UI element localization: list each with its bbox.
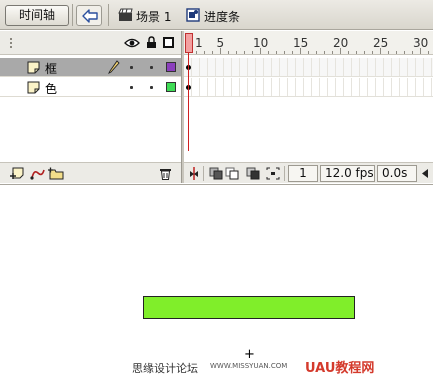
- scroll-left-icon[interactable]: [421, 169, 429, 178]
- ruler-tick-label: 15: [293, 36, 309, 50]
- symbol-icon: [186, 8, 200, 22]
- current-frame-field[interactable]: 1: [288, 165, 318, 182]
- ruler-tick: [268, 51, 269, 54]
- progress-bar-shape[interactable]: [143, 296, 355, 319]
- playhead-line: [188, 53, 189, 151]
- playhead-handle[interactable]: [185, 33, 193, 53]
- ruler-tick: [212, 51, 213, 54]
- ruler-tick: [316, 51, 317, 54]
- onion-skin-icon[interactable]: [209, 167, 223, 180]
- ruler-tick: [324, 51, 325, 54]
- ruler-tick-label: 5: [216, 36, 225, 50]
- layer-icon: [27, 61, 40, 74]
- stage[interactable]: + 思缘设计论坛 WWW.MISSYUAN.COM UAU教程网: [0, 184, 433, 383]
- frame-toolbar: 1 12.0 fps 0.0s: [184, 162, 433, 183]
- back-arrow-icon: [82, 9, 98, 23]
- visibility-dot[interactable]: [130, 86, 133, 89]
- edit-bar: 时间轴 场景 1 进度条: [0, 0, 433, 30]
- scene-link[interactable]: 场景 1: [136, 8, 171, 25]
- visibility-dot[interactable]: [130, 66, 133, 69]
- layer-outline-color[interactable]: [166, 62, 176, 72]
- ruler-tick: [276, 51, 277, 54]
- layer-row-frame[interactable]: 框: [0, 58, 181, 77]
- ruler-tick: [204, 51, 205, 54]
- layer-list: 框 色: [0, 31, 181, 183]
- frame-ruler[interactable]: 1 5 10 15 20 25 30: [184, 31, 433, 55]
- lock-dot[interactable]: [150, 86, 153, 89]
- onion-outline-icon[interactable]: [225, 167, 239, 180]
- ruler-tick: [404, 51, 405, 54]
- ruler-tick: [372, 51, 373, 54]
- timeline-panel: 框 色 1 5 10 15 20 25 30 1 12.0 fps 0.0s: [0, 31, 433, 183]
- scene-icon: [118, 8, 133, 21]
- ruler-tick-label: 20: [333, 36, 349, 50]
- ruler-tick: [308, 51, 309, 54]
- registration-point[interactable]: +: [244, 347, 255, 362]
- toolbar-divider: [108, 4, 109, 26]
- layer-toolbar: [0, 162, 181, 183]
- toolbar-divider: [72, 4, 73, 26]
- ruler-tick: [388, 51, 389, 54]
- ruler-tick: [236, 51, 237, 54]
- frame-row-frame[interactable]: [184, 58, 433, 77]
- panel-grip[interactable]: [10, 38, 12, 48]
- toolbar-divider: [203, 166, 204, 181]
- ruler-tick: [196, 51, 197, 54]
- ruler-tick: [284, 51, 285, 54]
- watermark-logo: UAU教程网: [305, 361, 375, 376]
- ruler-tick: [356, 51, 357, 54]
- layer-row-color[interactable]: 色: [0, 78, 181, 97]
- outline-icon[interactable]: [163, 37, 174, 48]
- layer-name: 框: [45, 62, 58, 76]
- ruler-tick-label: 10: [253, 36, 269, 50]
- lock-icon[interactable]: [146, 36, 157, 49]
- back-button[interactable]: [76, 5, 102, 26]
- layer-name: 色: [45, 82, 58, 96]
- ruler-tick: [348, 51, 349, 54]
- center-frame-icon[interactable]: [189, 167, 199, 180]
- eye-icon[interactable]: [124, 38, 140, 48]
- ruler-tick-label: 25: [373, 36, 389, 50]
- ruler-tick-label: 30: [413, 36, 429, 50]
- ruler-tick: [292, 51, 293, 54]
- edit-multiple-frames-icon[interactable]: [246, 167, 260, 180]
- elapsed-time-field: 0.0s: [377, 165, 417, 182]
- playhead[interactable]: [185, 33, 193, 151]
- ruler-tick: [244, 51, 245, 54]
- add-guide-layer-icon[interactable]: [30, 167, 46, 180]
- layer-icon: [27, 81, 40, 94]
- ruler-tick: [228, 51, 229, 54]
- frame-row-color[interactable]: [184, 78, 433, 97]
- ruler-tick: [252, 51, 253, 54]
- ruler-tick-label: 1: [195, 36, 203, 50]
- lock-dot[interactable]: [150, 66, 153, 69]
- ruler-tick: [412, 51, 413, 54]
- add-layer-icon[interactable]: [10, 167, 26, 180]
- layer-header: [0, 31, 181, 55]
- watermark-site-name: 思缘设计论坛: [132, 362, 198, 375]
- toolbar-divider: [284, 166, 285, 181]
- onion-markers-icon[interactable]: [266, 167, 280, 180]
- symbol-breadcrumb[interactable]: 进度条: [204, 8, 240, 25]
- ruler-tick: [332, 51, 333, 54]
- timeline-toggle-button[interactable]: 时间轴: [5, 5, 69, 26]
- trash-icon[interactable]: [159, 167, 172, 180]
- frame-area: 1 5 10 15 20 25 30: [184, 31, 433, 183]
- watermark-url: WWW.MISSYUAN.COM: [210, 362, 288, 370]
- frame-rate-field[interactable]: 12.0 fps: [320, 165, 375, 182]
- ruler-tick: [428, 51, 429, 54]
- ruler-tick: [364, 51, 365, 54]
- pencil-icon: [108, 60, 120, 74]
- ruler-tick: [396, 51, 397, 54]
- add-folder-icon[interactable]: [48, 167, 64, 180]
- layer-outline-color[interactable]: [166, 82, 176, 92]
